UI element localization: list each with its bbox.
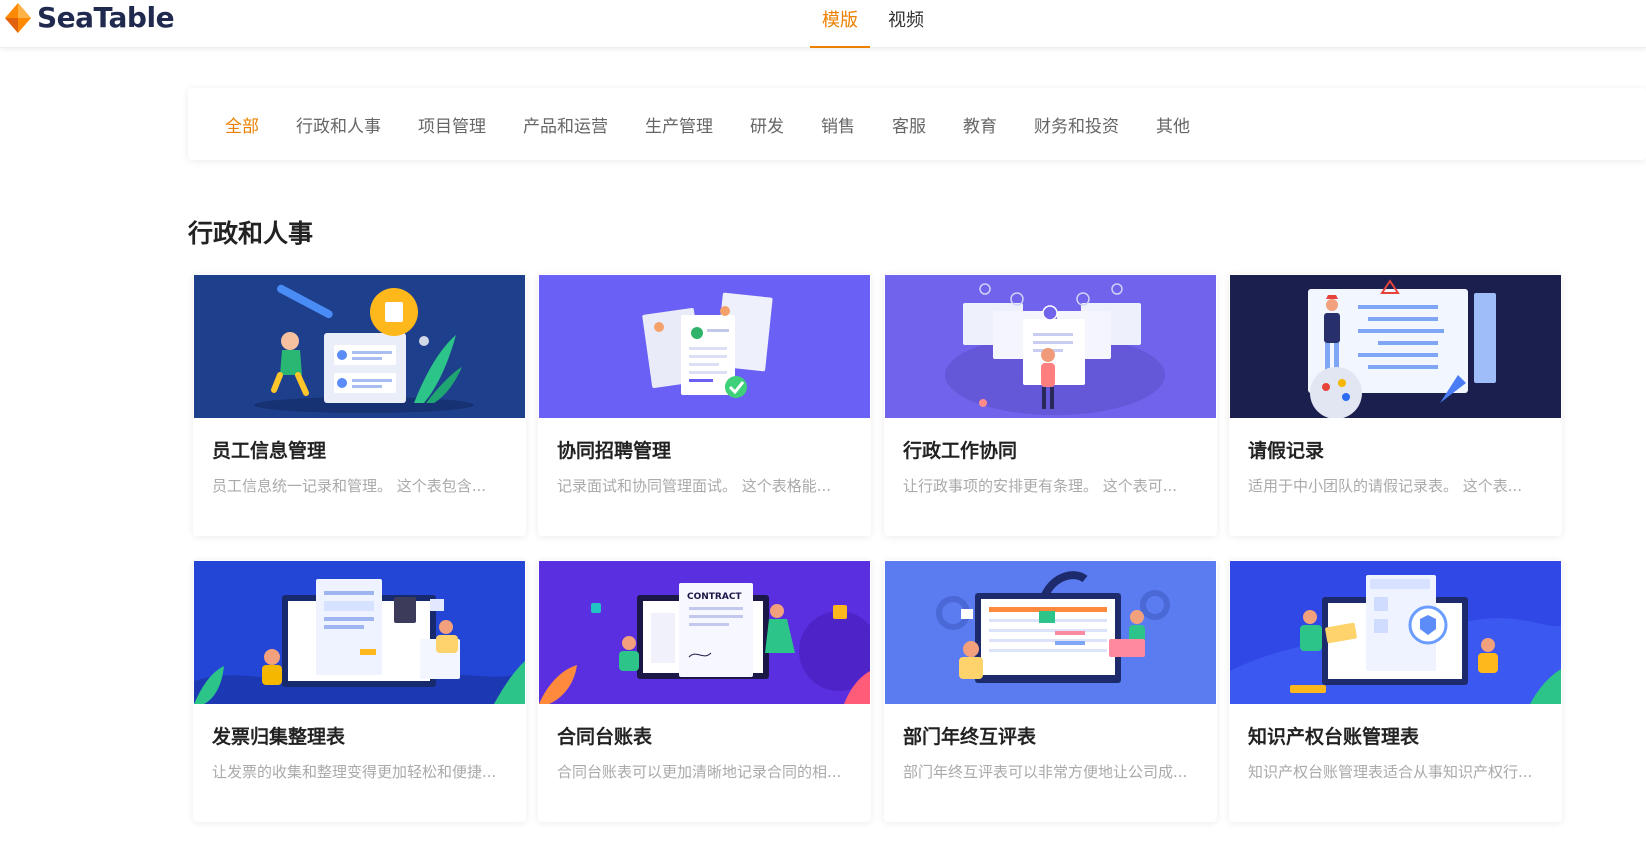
template-thumbnail	[885, 275, 1216, 418]
template-thumbnail	[539, 275, 870, 418]
category-customer-service[interactable]: 客服	[892, 112, 926, 137]
template-thumbnail	[1230, 561, 1561, 704]
template-card[interactable]: CONTRACT 合同台账表 合同台账表可以更加清晰地记录合同的相...	[538, 560, 871, 822]
template-card[interactable]: 发票归集整理表 让发票的收集和整理变得更加轻松和便捷...	[193, 560, 526, 822]
template-description: 让发票的收集和整理变得更加轻松和便捷...	[212, 763, 497, 781]
template-card[interactable]: 部门年终互评表 部门年终互评表可以非常方便地让公司成...	[884, 560, 1217, 822]
template-name: 协同招聘管理	[557, 440, 672, 462]
template-card[interactable]: 员工信息管理 员工信息统一记录和管理。 这个表包含...	[193, 274, 526, 536]
tab-templates[interactable]: 模版	[810, 0, 870, 48]
template-name: 行政工作协同	[903, 440, 1018, 462]
template-thumbnail	[194, 275, 525, 418]
category-production-management[interactable]: 生产管理	[645, 112, 713, 137]
template-description: 记录面试和协同管理面试。 这个表格能...	[557, 477, 832, 495]
category-rnd[interactable]: 研发	[750, 112, 784, 137]
contract-illustration-label: CONTRACT	[687, 592, 742, 602]
template-name: 部门年终互评表	[903, 726, 1037, 748]
top-header: SeaTable 模版 视频	[0, 0, 1646, 48]
template-name: 知识产权台账管理表	[1248, 726, 1420, 748]
template-description: 适用于中小团队的请假记录表。 这个表...	[1248, 477, 1523, 495]
template-description: 员工信息统一记录和管理。 这个表包含...	[212, 477, 487, 495]
category-product-operations[interactable]: 产品和运营	[523, 112, 608, 137]
category-all[interactable]: 全部	[225, 112, 259, 137]
category-education[interactable]: 教育	[963, 112, 997, 137]
template-card[interactable]: 请假记录 适用于中小团队的请假记录表。 这个表...	[1229, 274, 1562, 536]
template-name: 合同台账表	[557, 726, 653, 748]
template-description: 合同台账表可以更加清晰地记录合同的相...	[557, 763, 842, 781]
top-nav: 模版 视频	[810, 0, 936, 48]
category-finance-investment[interactable]: 财务和投资	[1034, 112, 1119, 137]
template-thumbnail	[1230, 275, 1561, 418]
template-name: 员工信息管理	[212, 440, 327, 462]
category-sales[interactable]: 销售	[821, 112, 855, 137]
category-project-management[interactable]: 项目管理	[418, 112, 486, 137]
template-card[interactable]: 知识产权台账管理表 知识产权台账管理表适合从事知识产权行...	[1229, 560, 1562, 822]
tab-videos[interactable]: 视频	[876, 0, 936, 48]
template-name: 发票归集整理表	[212, 726, 346, 748]
category-admin-hr[interactable]: 行政和人事	[296, 112, 381, 137]
section-title: 行政和人事	[188, 219, 314, 248]
category-other[interactable]: 其他	[1156, 112, 1190, 137]
template-card[interactable]: 行政工作协同 让行政事项的安排更有条理。 这个表可...	[884, 274, 1217, 536]
category-filter-bar: 全部 行政和人事 项目管理 产品和运营 生产管理 研发 销售 客服 教育 财务和…	[188, 88, 1646, 160]
template-thumbnail: CONTRACT	[539, 561, 870, 704]
template-thumbnail	[194, 561, 525, 704]
seatable-logo-icon	[5, 3, 31, 33]
seatable-logo[interactable]: SeaTable	[3, 1, 175, 34]
template-description: 让行政事项的安排更有条理。 这个表可...	[903, 477, 1178, 495]
template-description: 知识产权台账管理表适合从事知识产权行...	[1248, 763, 1533, 781]
template-thumbnail	[885, 561, 1216, 704]
template-card[interactable]: 协同招聘管理 记录面试和协同管理面试。 这个表格能...	[538, 274, 871, 536]
template-name: 请假记录	[1248, 440, 1325, 462]
logo-text: SeaTable	[37, 1, 175, 34]
template-description: 部门年终互评表可以非常方便地让公司成...	[903, 763, 1188, 781]
